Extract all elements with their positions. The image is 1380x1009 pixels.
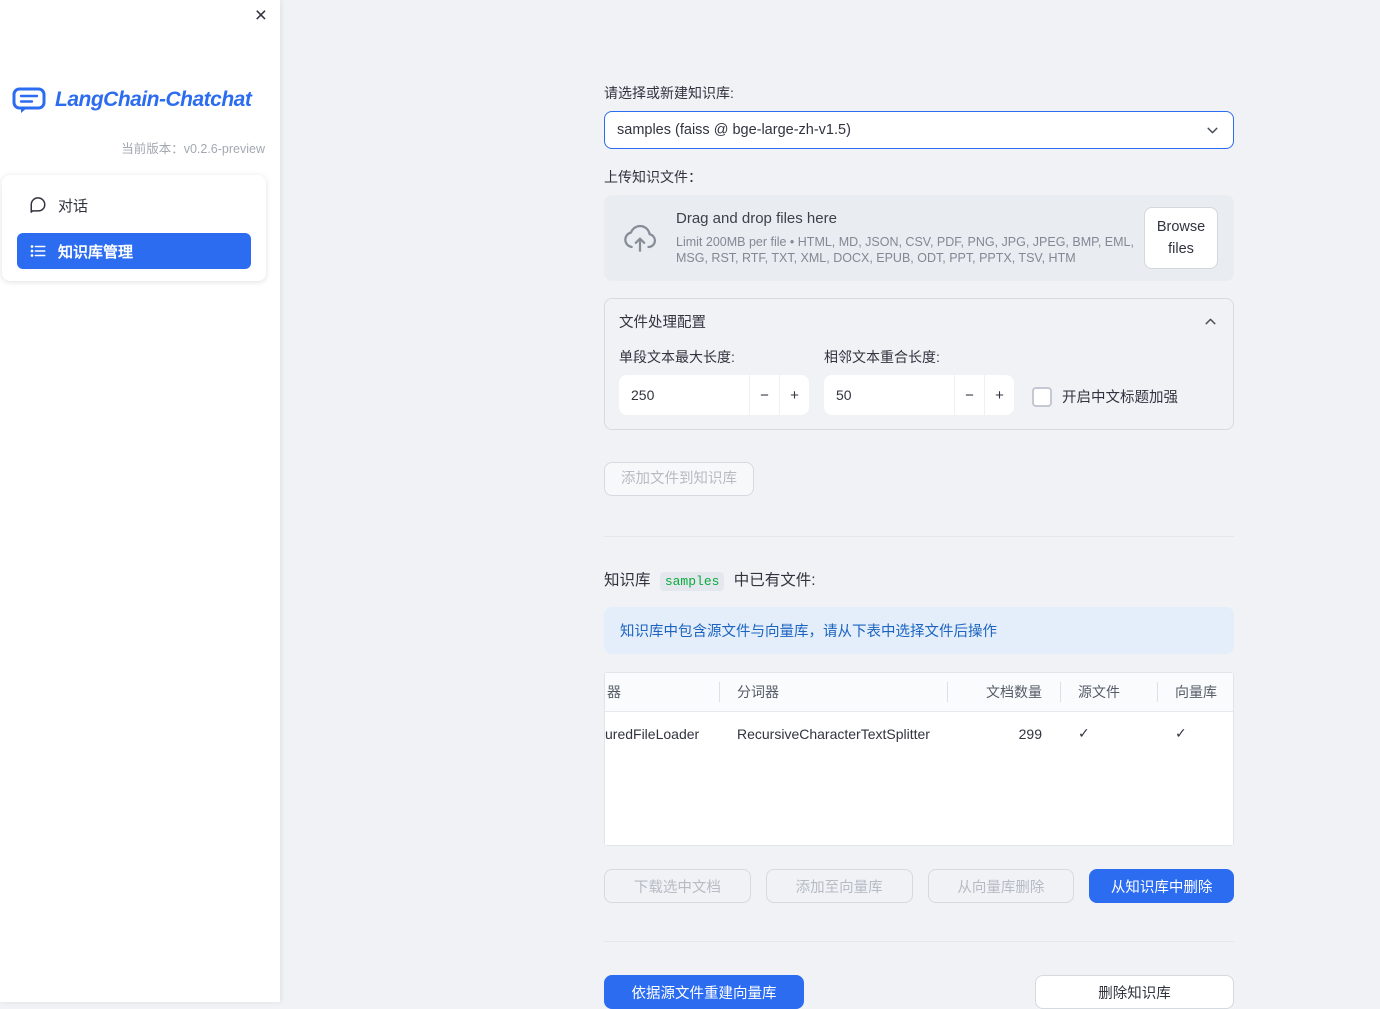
delete-from-kb-button[interactable]: 从知识库中删除: [1089, 869, 1234, 903]
chunk-size-label: 单段文本最大长度:: [619, 349, 735, 365]
column-header-splitter[interactable]: 分词器: [719, 673, 947, 711]
kb-select[interactable]: samples (faiss @ bge-large-zh-v1.5): [604, 111, 1234, 149]
chunk-size-control: − +: [619, 375, 809, 415]
chunk-size-input[interactable]: [619, 375, 749, 415]
kb-actions-row: 依据源文件重建向量库 删除知识库: [604, 975, 1234, 1009]
column-header-vector-store[interactable]: 向量库: [1157, 673, 1233, 711]
add-to-vector-store-button[interactable]: 添加至向量库: [765, 869, 913, 903]
cell-doc-count: 299: [1018, 725, 1042, 742]
existing-files-heading: 知识库 samples 中已有文件:: [604, 568, 1234, 591]
divider: [604, 536, 1234, 537]
file-actions-row: 下载选中文档 添加至向量库 从向量库删除 从知识库中删除: [604, 869, 1234, 903]
list-icon: [29, 242, 47, 260]
overlap-size-field: 相邻文本重合长度: − +: [824, 347, 1014, 415]
file-uploader-dropzone[interactable]: Drag and drop files here Limit 200MB per…: [604, 195, 1234, 281]
sidebar: × LangChain-Chatchat 当前版本：v0.2.6-preview…: [0, 0, 280, 1002]
overlap-size-input[interactable]: [824, 375, 954, 415]
kb-select-value: samples (faiss @ bge-large-zh-v1.5): [617, 122, 851, 138]
chat-bubble-icon: [29, 196, 47, 214]
file-config-expander: 文件处理配置 单段文本最大长度: − + 相邻文本重合长度:: [604, 298, 1234, 430]
zh-title-enhance-checkbox[interactable]: [1032, 386, 1052, 407]
sidebar-nav: 对话 知识库管理: [2, 175, 266, 281]
dropzone-limit-text: Limit 200MB per file • HTML, MD, JSON, C…: [676, 234, 1134, 265]
langchain-chatchat-logo-icon: [12, 86, 46, 114]
cell-splitter: RecursiveCharacterTextSplitter: [737, 725, 930, 742]
column-header-source-file[interactable]: 源文件: [1060, 673, 1157, 711]
browse-files-button[interactable]: Browse files: [1144, 206, 1218, 270]
cell-loader: uredFileLoader: [605, 725, 700, 742]
close-sidebar-icon[interactable]: ×: [255, 5, 267, 26]
chunk-size-increment-button[interactable]: +: [779, 375, 809, 415]
kb-name-code: samples: [659, 572, 725, 591]
config-controls-row: 单段文本最大长度: − + 相邻文本重合长度: − +: [619, 347, 1219, 415]
table-row[interactable]: uredFileLoader RecursiveCharacterTextSpl…: [605, 712, 1233, 755]
kb-select-label: 请选择或新建知识库:: [604, 85, 734, 101]
version-label: 当前版本：v0.2.6-preview: [121, 142, 265, 156]
sidebar-item-chat[interactable]: 对话: [17, 187, 251, 223]
sidebar-item-label: 对话: [58, 197, 89, 215]
expander-header[interactable]: 文件处理配置: [619, 311, 1219, 332]
table-header-row: 器 分词器 文档数量 源文件 向量库: [605, 673, 1233, 712]
upload-label: 上传知识文件：: [604, 169, 702, 185]
delete-from-vector-store-button[interactable]: 从向量库删除: [927, 869, 1075, 903]
app-title: LangChain-Chatchat: [55, 88, 252, 111]
table-empty-area: [605, 755, 1233, 845]
cell-vector-store-check: ✓: [1175, 725, 1187, 741]
main-area: 请选择或新建知识库: samples (faiss @ bge-large-zh…: [280, 0, 1380, 1009]
zh-title-enhance-field: 开启中文标题加强: [1032, 378, 1178, 415]
expander-title: 文件处理配置: [619, 315, 706, 331]
rebuild-vector-store-button[interactable]: 依据源文件重建向量库: [604, 975, 804, 1009]
column-header-loader[interactable]: 器: [605, 673, 719, 711]
download-selected-button[interactable]: 下载选中文档: [604, 869, 751, 903]
kb-files-table: 器 分词器 文档数量 源文件 向量库 uredFileLoader Recurs…: [604, 672, 1234, 846]
chevron-down-icon: [1204, 122, 1221, 139]
chunk-size-field: 单段文本最大长度: − +: [619, 347, 809, 415]
dropzone-text: Drag and drop files here Limit 200MB per…: [676, 210, 1144, 267]
sidebar-item-label: 知识库管理: [58, 243, 134, 261]
column-header-doc-count[interactable]: 文档数量: [947, 673, 1060, 711]
chunk-size-decrement-button[interactable]: −: [749, 375, 779, 415]
kb-management-page: 请选择或新建知识库: samples (faiss @ bge-large-zh…: [604, 0, 1234, 1009]
info-banner: 知识库中包含源文件与向量库，请从下表中选择文件后操作: [604, 607, 1234, 654]
logo: LangChain-Chatchat: [0, 86, 280, 114]
info-banner-text: 知识库中包含源文件与向量库，请从下表中选择文件后操作: [620, 624, 997, 640]
overlap-size-control: − +: [824, 375, 1014, 415]
chevron-up-icon: [1202, 313, 1219, 330]
existing-files-prefix: 知识库: [604, 572, 651, 589]
existing-files-suffix: 中已有文件:: [733, 572, 816, 589]
cell-source-file-check: ✓: [1078, 725, 1090, 741]
overlap-size-decrement-button[interactable]: −: [954, 375, 984, 415]
cloud-upload-icon: [620, 222, 660, 254]
add-files-to-kb-button[interactable]: 添加文件到知识库: [604, 462, 754, 496]
sidebar-item-kb-management[interactable]: 知识库管理: [17, 233, 251, 269]
dropzone-title: Drag and drop files here: [676, 209, 837, 227]
zh-title-enhance-label: 开启中文标题加强: [1062, 390, 1178, 406]
delete-kb-button[interactable]: 删除知识库: [1035, 975, 1234, 1009]
overlap-size-label: 相邻文本重合长度:: [824, 349, 940, 365]
overlap-size-increment-button[interactable]: +: [984, 375, 1014, 415]
divider: [604, 941, 1234, 942]
